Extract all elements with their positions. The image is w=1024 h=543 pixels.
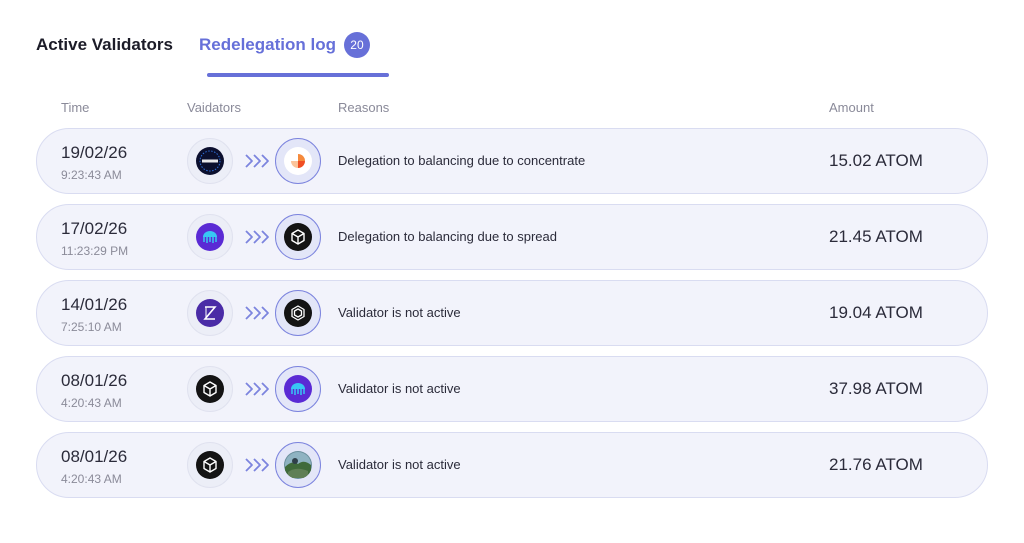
source-validator-avatar[interactable] [187, 290, 233, 336]
row-reason: Delegation to balancing due to concentra… [338, 153, 586, 168]
table-row[interactable]: 14/01/26 7:25:10 AM Validator is not act… [36, 280, 988, 346]
tab-redelegation-log[interactable]: Redelegation log 20 [199, 32, 370, 58]
row-date: 14/01/26 [61, 295, 128, 314]
purple-jellyfish-logo-icon [284, 375, 312, 403]
row-date: 08/01/26 [61, 447, 128, 466]
redelegate-arrow-icon [245, 306, 269, 320]
purple-z-logo-icon [196, 299, 224, 327]
row-amount: 21.45 ATOM [829, 227, 923, 246]
row-amount: 21.76 ATOM [829, 455, 923, 474]
purple-jellyfish-logo-icon [196, 223, 224, 251]
target-validator-avatar[interactable] [275, 442, 321, 488]
cube-logo-icon [196, 375, 224, 403]
target-validator-avatar[interactable] [275, 290, 321, 336]
chaintools-logo-icon [196, 147, 224, 175]
row-time: 4:20:43 AM [61, 396, 122, 410]
row-date: 08/01/26 [61, 371, 128, 390]
row-time: 9:23:43 AM [61, 168, 122, 182]
cube-logo-icon [196, 451, 224, 479]
row-amount: 19.04 ATOM [829, 303, 923, 322]
hexagon-logo-icon [284, 299, 312, 327]
source-validator-avatar[interactable] [187, 138, 233, 184]
table-row[interactable]: 17/02/26 11:23:29 PM Delegation to balan… [36, 204, 988, 270]
table-row[interactable]: 08/01/26 4:20:43 AM Validator is not act… [36, 432, 988, 498]
table-row[interactable]: 19/02/26 9:23:43 AM Delegation to balanc… [36, 128, 988, 194]
active-tab-indicator [207, 73, 389, 77]
row-reason: Validator is not active [338, 305, 461, 320]
column-header-time: Time [61, 100, 90, 115]
column-header-reasons: Reasons [338, 100, 390, 115]
row-date: 19/02/26 [61, 143, 128, 162]
row-time: 7:25:10 AM [61, 320, 122, 334]
landscape-photo-logo-icon [284, 451, 312, 479]
tab-active-validators[interactable]: Active Validators [36, 35, 173, 55]
redelegation-count-badge: 20 [343, 32, 370, 58]
column-header-validators: Vaidators [187, 100, 241, 115]
row-date: 17/02/26 [61, 219, 128, 238]
target-validator-avatar[interactable] [275, 138, 321, 184]
row-reason: Validator is not active [338, 381, 461, 396]
tab-bar: Active Validators Redelegation log 20 [36, 30, 370, 60]
target-validator-avatar[interactable] [275, 214, 321, 260]
redelegate-arrow-icon [245, 230, 269, 244]
cube-logo-icon [284, 223, 312, 251]
row-reason: Validator is not active [338, 457, 461, 472]
table-row[interactable]: 08/01/26 4:20:43 AM Validator is not act… [36, 356, 988, 422]
tab-redelegation-log-label: Redelegation log [199, 35, 336, 54]
column-header-amount: Amount [829, 100, 874, 115]
target-validator-avatar[interactable] [275, 366, 321, 412]
redelegate-arrow-icon [245, 154, 269, 168]
source-validator-avatar[interactable] [187, 214, 233, 260]
redelegate-arrow-icon [245, 382, 269, 396]
row-amount: 15.02 ATOM [829, 151, 923, 170]
row-reason: Delegation to balancing due to spread [338, 229, 557, 244]
source-validator-avatar[interactable] [187, 366, 233, 412]
redelegate-arrow-icon [245, 458, 269, 472]
source-validator-avatar[interactable] [187, 442, 233, 488]
row-amount: 37.98 ATOM [829, 379, 923, 398]
row-time: 11:23:29 PM [61, 244, 129, 258]
orange-segment-logo-icon [284, 147, 312, 175]
redelegation-list: 19/02/26 9:23:43 AM Delegation to balanc… [36, 128, 988, 508]
row-time: 4:20:43 AM [61, 472, 122, 486]
